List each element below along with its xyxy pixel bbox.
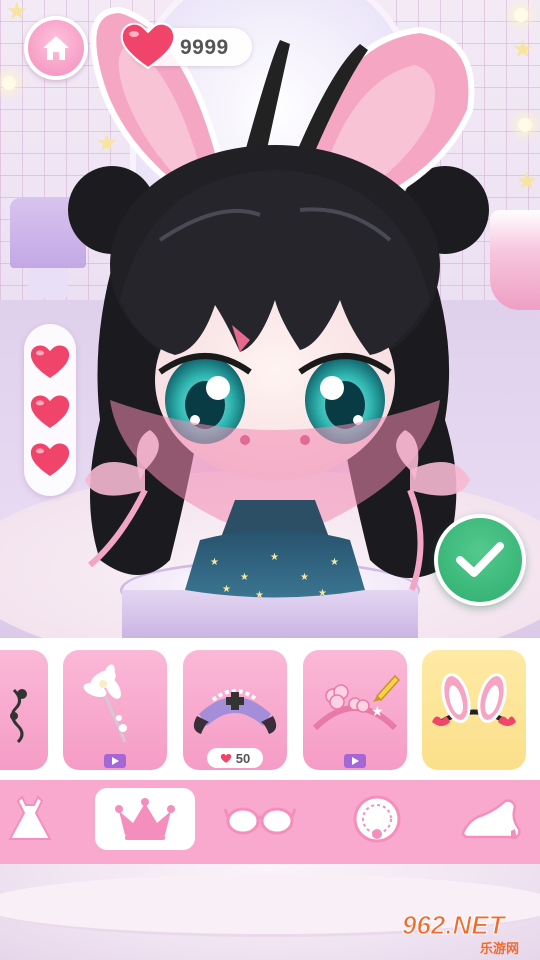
video-ad-icon — [104, 754, 126, 768]
tab-headwear[interactable] — [95, 788, 195, 850]
home-icon — [43, 36, 69, 60]
price-value: 50 — [235, 750, 251, 766]
category-bar — [0, 780, 540, 864]
clip-icon — [10, 688, 27, 744]
heart-icon — [30, 395, 70, 428]
heart-icon — [30, 345, 70, 378]
home-button[interactable] — [24, 16, 88, 80]
item-flower-headband[interactable]: ★ — [303, 650, 407, 770]
item-bunny-ears-headband[interactable] — [422, 650, 526, 770]
price-tag: 50 — [207, 748, 263, 768]
svg-text:★: ★ — [270, 552, 279, 563]
svg-text:★: ★ — [300, 572, 309, 583]
shoe-icon — [461, 799, 521, 839]
flower-headband-icon: ★ — [312, 674, 401, 731]
bunny-ears-icon — [432, 673, 516, 727]
dress-icon — [8, 795, 52, 840]
item-hair-clip[interactable] — [0, 650, 48, 770]
watermark: 962.NET 乐游网 — [402, 910, 532, 957]
item-nurse-horn-headband[interactable]: 50 — [183, 650, 287, 770]
svg-text:★: ★ — [330, 557, 339, 568]
tab-dress[interactable] — [0, 788, 80, 850]
svg-text:★: ★ — [255, 590, 264, 601]
currency-value: 9999 — [180, 36, 229, 59]
lives-panel — [24, 324, 76, 496]
feather-icon — [83, 664, 127, 743]
confirm-button[interactable] — [434, 514, 526, 606]
tab-shoes[interactable] — [442, 788, 540, 850]
watermark-sub: 乐游网 — [480, 941, 520, 956]
heart-icon — [220, 753, 231, 763]
svg-text:★: ★ — [371, 703, 384, 719]
item-feather-hairpin[interactable] — [63, 650, 167, 770]
item-strip[interactable]: 50 ★ — [0, 638, 540, 780]
glasses-icon — [223, 807, 297, 835]
tab-necklace[interactable] — [327, 788, 427, 850]
svg-text:★: ★ — [318, 588, 327, 599]
necklace-icon — [353, 795, 401, 843]
svg-text:★: ★ — [210, 557, 219, 568]
checkmark-icon — [456, 542, 504, 577]
video-ad-icon — [344, 754, 366, 768]
svg-text:★: ★ — [222, 584, 231, 595]
heart-icon — [30, 443, 70, 476]
crown-icon — [115, 798, 175, 840]
heart-icon — [120, 22, 176, 70]
watermark-logo: 962.NET — [402, 910, 506, 941]
svg-text:★: ★ — [240, 572, 249, 583]
tab-glasses[interactable] — [210, 788, 310, 850]
